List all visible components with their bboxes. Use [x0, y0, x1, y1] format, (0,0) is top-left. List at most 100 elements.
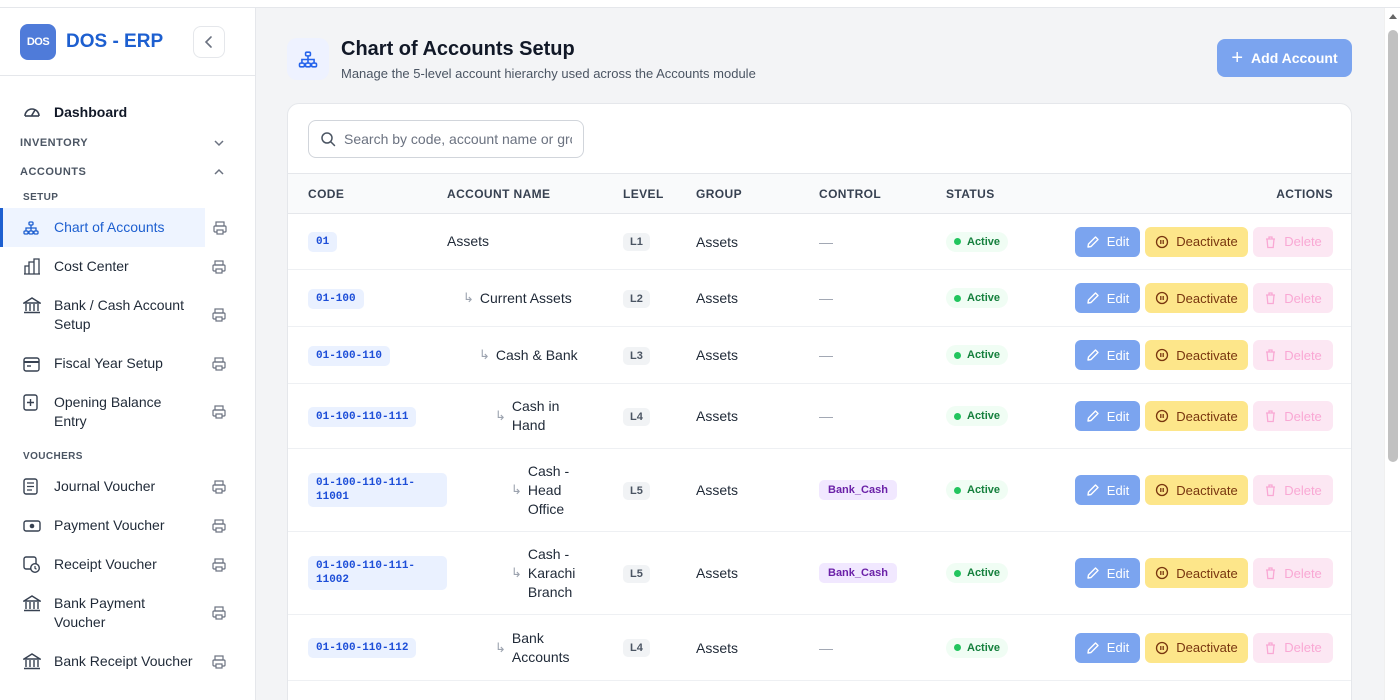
edit-button[interactable]: Edit	[1075, 401, 1140, 431]
cell-account-name: Assets	[447, 213, 623, 270]
cell-level: L5	[623, 531, 696, 615]
sidebar-item-opening-balance-entry[interactable]: Opening Balance Entry	[0, 383, 255, 441]
pause-circle-icon	[1156, 291, 1169, 305]
printer-icon[interactable]	[211, 356, 227, 377]
cell-level: L4	[623, 383, 696, 449]
child-arrow-icon: ↳	[495, 408, 506, 423]
cell-status: Active	[946, 213, 1048, 270]
status-label: Active	[967, 410, 1001, 422]
add-account-button[interactable]: + Add Account	[1217, 39, 1352, 77]
edit-button[interactable]: Edit	[1075, 632, 1140, 663]
cell-actions: Edit Deactivate Delete	[1048, 383, 1351, 449]
account-code-badge: 01-100-110-112	[308, 638, 417, 658]
chevron-up-icon	[214, 168, 224, 175]
delete-label: Delete	[1284, 482, 1322, 498]
cell-actions: Edit Deactivate Delete	[1048, 213, 1351, 270]
column-header-code[interactable]: CODE	[288, 173, 447, 214]
printer-icon[interactable]	[211, 479, 227, 500]
printer-icon[interactable]	[211, 404, 227, 425]
search-box[interactable]	[308, 120, 584, 158]
sidebar-item-fiscal-year-setup[interactable]: Fiscal Year Setup	[0, 344, 255, 383]
deactivate-label: Deactivate	[1176, 565, 1238, 581]
column-header-status[interactable]: STATUS	[946, 173, 1048, 214]
deactivate-button[interactable]: Deactivate	[1145, 340, 1248, 370]
scroll-up-arrow[interactable]	[1389, 14, 1397, 19]
cell-account-name: ↳ Current Assets	[447, 269, 623, 327]
section-label: INVENTORY	[20, 136, 89, 149]
printer-icon[interactable]	[211, 654, 227, 675]
printer-icon[interactable]	[211, 557, 227, 578]
delete-button[interactable]: Delete	[1253, 340, 1333, 370]
delete-button[interactable]: Delete	[1253, 226, 1333, 257]
column-header-group[interactable]: GROUP	[696, 173, 819, 214]
cash-icon	[23, 516, 43, 535]
deactivate-label: Deactivate	[1176, 482, 1238, 498]
printer-icon[interactable]	[211, 307, 227, 328]
scrollbar-thumb[interactable]	[1388, 30, 1398, 462]
building-chart-icon	[23, 257, 43, 276]
edit-button[interactable]: Edit	[1075, 283, 1140, 313]
section-inventory[interactable]: INVENTORY	[0, 128, 255, 157]
sidebar-item-payment-voucher[interactable]: Payment Voucher	[0, 506, 255, 545]
edit-label: Edit	[1106, 290, 1130, 306]
search-input[interactable]	[344, 131, 572, 147]
control-empty: —	[819, 290, 833, 306]
column-header-account-name[interactable]: ACCOUNT NAME	[447, 173, 623, 214]
sidebar-item-bank-receipt-voucher[interactable]: Bank Receipt Voucher	[0, 642, 255, 681]
brand-logo[interactable]: DOS	[20, 23, 56, 60]
edit-button[interactable]: Edit	[1075, 475, 1140, 505]
edit-button[interactable]: Edit	[1075, 340, 1140, 370]
delete-button[interactable]: Delete	[1253, 558, 1333, 588]
brand-name[interactable]: DOS - ERP	[66, 31, 163, 53]
cell-control: —	[819, 614, 946, 681]
delete-button[interactable]: Delete	[1253, 401, 1333, 431]
cell-control: —	[819, 383, 946, 449]
cell-account-name: ↳ Bank Accounts	[447, 614, 623, 681]
section-accounts[interactable]: ACCOUNTS	[0, 157, 255, 186]
sidebar-item-chart-of-accounts[interactable]: Chart of Accounts	[0, 208, 227, 247]
sidebar-item-journal-voucher[interactable]: Journal Voucher	[0, 467, 255, 506]
deactivate-button[interactable]: Deactivate	[1145, 401, 1248, 431]
edit-button[interactable]: Edit	[1075, 558, 1140, 588]
edit-button[interactable]: Edit	[1075, 226, 1140, 257]
delete-button[interactable]: Delete	[1253, 632, 1333, 663]
printer-icon[interactable]	[211, 259, 227, 280]
table-row: 01-100-110 ↳ Cash & Bank L3 Assets — Active Edi…	[288, 326, 1351, 384]
cell-code: 01-100-110-111-11001	[288, 448, 447, 532]
hierarchy-icon	[23, 218, 43, 237]
deactivate-button[interactable]: Deactivate	[1145, 283, 1248, 313]
control-badge: Bank_Cash	[819, 480, 897, 500]
delete-button[interactable]: Delete	[1253, 283, 1333, 313]
sidebar-item-receipt-voucher[interactable]: Receipt Voucher	[0, 545, 255, 584]
delete-button[interactable]: Delete	[1253, 475, 1333, 505]
sidebar-item-bank-cash-account-setup[interactable]: Bank / Cash Account Setup	[0, 286, 255, 344]
sidebar-item-bank-payment-voucher[interactable]: Bank Payment Voucher	[0, 584, 255, 642]
column-header-level[interactable]: LEVEL	[623, 173, 696, 214]
column-header-control[interactable]: CONTROL	[819, 173, 946, 214]
deactivate-button[interactable]: Deactivate	[1145, 226, 1248, 257]
table-row: 01-100 ↳ Current Assets L2 Assets — Active Edit…	[288, 269, 1351, 327]
accounts-table-card: CODE ACCOUNT NAME LEVEL GROUP CONTROL ST…	[287, 103, 1352, 700]
deactivate-button[interactable]: Deactivate	[1145, 632, 1248, 663]
pause-circle-icon	[1156, 566, 1169, 580]
page-scrollbar[interactable]	[1384, 8, 1400, 700]
printer-icon[interactable]	[211, 518, 227, 539]
cell-control: —	[819, 269, 946, 327]
deactivate-label: Deactivate	[1176, 234, 1238, 249]
level-badge: L3	[623, 346, 650, 365]
cell-group: Assets	[696, 326, 819, 384]
table-row: 01-100-110-112 ↳ Bank Accounts L4 Assets — Act…	[288, 614, 1351, 681]
pencil-icon	[1087, 349, 1099, 361]
sidebar-item-dashboard[interactable]: Dashboard	[0, 96, 255, 128]
cell-control: Bank_Cash	[819, 531, 946, 615]
deactivate-button[interactable]: Deactivate	[1145, 558, 1248, 588]
cell-account-name: ↳ Cash & Bank	[447, 326, 623, 384]
delete-label: Delete	[1284, 290, 1322, 306]
cell-control: —	[819, 213, 946, 270]
collapse-sidebar-button[interactable]	[193, 26, 225, 58]
deactivate-button[interactable]: Deactivate	[1145, 475, 1248, 505]
status-badge: Active	[946, 637, 1009, 658]
sidebar-item-cost-center[interactable]: Cost Center	[0, 247, 255, 286]
printer-icon[interactable]	[211, 605, 227, 626]
printer-icon[interactable]	[212, 220, 228, 241]
